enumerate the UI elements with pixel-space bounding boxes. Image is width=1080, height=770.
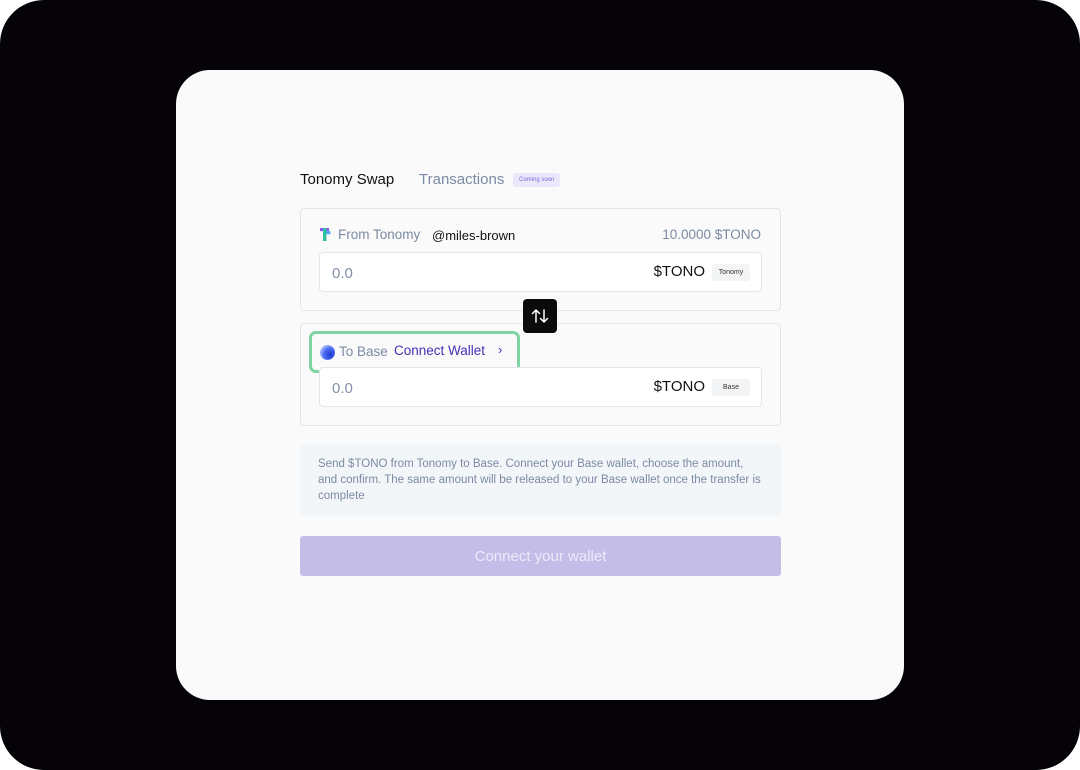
swap-vertical-arrows-icon bbox=[531, 309, 549, 323]
tab-bar: Tonomy Swap Transactions Coming soon bbox=[300, 168, 781, 196]
to-chain-chip: Base bbox=[712, 379, 750, 396]
swap-direction-button[interactable] bbox=[523, 299, 557, 333]
from-chain-chip: Tonomy bbox=[712, 264, 750, 281]
to-base-label: To Base bbox=[339, 344, 388, 359]
coming-soon-badge: Coming soon bbox=[513, 173, 561, 187]
balance-label: 10.0000 $TONO bbox=[662, 227, 761, 242]
app-screen: Tonomy Swap Transactions Coming soon Fro… bbox=[176, 70, 904, 700]
to-token-label: $TONO bbox=[653, 378, 705, 395]
from-card: From Tonomy @miles-brown 10.0000 $TONO $… bbox=[300, 208, 781, 311]
from-amount-input[interactable] bbox=[332, 263, 582, 283]
tonomy-logo-icon bbox=[320, 228, 331, 241]
chevron-right-icon[interactable]: › bbox=[498, 342, 502, 357]
swap-panel: Tonomy Swap Transactions Coming soon Fro… bbox=[300, 168, 781, 576]
to-amount-box: $TONO Base bbox=[319, 367, 762, 407]
to-card: To Base Connect Wallet › $TONO Base bbox=[300, 323, 781, 426]
connect-wallet-link[interactable]: Connect Wallet bbox=[394, 343, 485, 358]
username-label: @miles-brown bbox=[432, 228, 516, 243]
from-token-label: $TONO bbox=[653, 263, 705, 280]
tab-tonomy-swap[interactable]: Tonomy Swap bbox=[300, 171, 394, 188]
connect-your-wallet-button[interactable]: Connect your wallet bbox=[300, 536, 781, 576]
base-logo-icon bbox=[320, 345, 335, 360]
info-text: Send $TONO from Tonomy to Base. Connect … bbox=[300, 444, 781, 516]
tab-transactions[interactable]: Transactions bbox=[419, 171, 504, 188]
device-frame: Tonomy Swap Transactions Coming soon Fro… bbox=[0, 0, 1080, 770]
from-tonomy-label: From Tonomy bbox=[338, 227, 421, 242]
to-amount-input[interactable] bbox=[332, 378, 582, 398]
from-amount-box: $TONO Tonomy bbox=[319, 252, 762, 292]
from-header: From Tonomy @miles-brown 10.0000 $TONO bbox=[319, 225, 762, 245]
